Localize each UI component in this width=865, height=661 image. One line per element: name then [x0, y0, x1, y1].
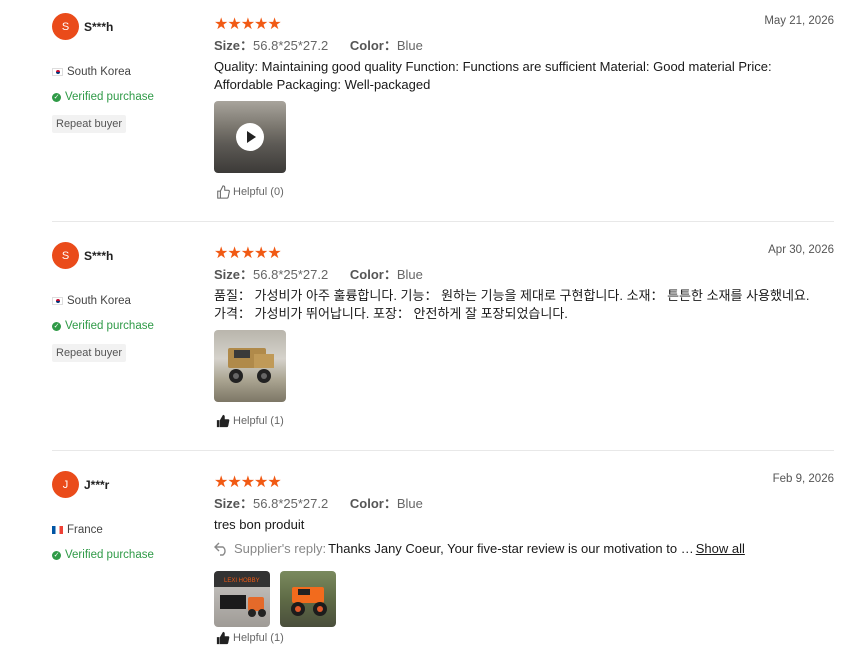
color-value: Blue — [396, 496, 423, 511]
play-icon[interactable] — [236, 123, 264, 151]
color-value: Blue — [396, 267, 423, 282]
verified-check-icon: ✓ — [52, 92, 61, 102]
review-text: tres bon produit — [214, 517, 305, 532]
helpful-label: Helpful (1) — [233, 632, 284, 644]
box-logo-text: LEXI HOBBY — [224, 578, 260, 584]
review-card: S S***h South Korea ✓ Verified purchase … — [52, 13, 834, 208]
avatar: S — [52, 242, 79, 269]
review-photo-thumbnail[interactable] — [214, 330, 286, 402]
helpful-button[interactable]: Helpful (0) — [216, 185, 284, 199]
review-text: Quality: Maintaining good quality Functi… — [214, 59, 772, 92]
review-date: Apr 30, 2026 — [768, 244, 834, 256]
country-label: South Korea — [67, 295, 131, 307]
supplier-reply-label: Supplier's reply: — [234, 541, 327, 556]
review-photo-thumbnail[interactable] — [280, 571, 336, 627]
helpful-label: Helpful (0) — [233, 186, 284, 198]
reviewer-country: South Korea — [52, 66, 131, 78]
star-rating: ★★★★★ — [214, 245, 282, 262]
verified-label: Verified purchase — [65, 549, 154, 561]
thumbs-up-filled-icon — [216, 631, 230, 645]
size-value: 56.8*25*27.2 — [253, 38, 329, 53]
supplier-reply: Supplier's reply: Thanks Jany Coeur, You… — [214, 541, 745, 556]
show-all-link[interactable]: Show all — [696, 541, 745, 556]
south-korea-flag-icon — [52, 68, 63, 76]
helpful-button[interactable]: Helpful (1) — [216, 631, 284, 645]
review-photo-thumbnail[interactable]: LEXI HOBBY — [214, 571, 270, 627]
color-label: Color： — [349, 496, 397, 511]
star-rating: ★★★★★ — [214, 474, 282, 491]
size-label: Size： — [214, 267, 254, 282]
size-value: 56.8*25*27.2 — [253, 496, 329, 511]
thumbs-up-filled-icon — [216, 414, 230, 428]
review-date: Feb 9, 2026 — [772, 473, 834, 485]
supplier-reply-text: Thanks Jany Coeur, Your five-star review… — [328, 541, 694, 556]
size-label: Size： — [214, 496, 254, 511]
size-value: 56.8*25*27.2 — [253, 267, 329, 282]
sku-info: Size：56.8*25*27.2 Color：Blue — [214, 35, 423, 54]
verified-check-icon: ✓ — [52, 321, 61, 331]
reviewer-country: France — [52, 524, 103, 536]
avatar: S — [52, 13, 79, 40]
verified-check-icon: ✓ — [52, 550, 61, 560]
verified-purchase-badge: ✓ Verified purchase — [52, 320, 154, 332]
review-divider — [52, 450, 834, 451]
review-video-thumbnail[interactable] — [214, 101, 286, 173]
reviewer-country: South Korea — [52, 295, 131, 307]
size-label: Size： — [214, 38, 254, 53]
color-label: Color： — [349, 267, 397, 282]
reply-arrow-icon — [214, 542, 226, 556]
orange-rc-truck-photo — [291, 587, 327, 616]
verified-label: Verified purchase — [65, 91, 154, 103]
helpful-button[interactable]: Helpful (1) — [216, 414, 284, 428]
reviewer-name: J***r — [84, 478, 110, 492]
country-label: France — [67, 524, 103, 536]
review-divider — [52, 221, 834, 222]
thumbs-up-outline-icon — [217, 185, 230, 199]
star-rating: ★★★★★ — [214, 16, 282, 33]
verified-label: Verified purchase — [65, 320, 154, 332]
verified-purchase-badge: ✓ Verified purchase — [52, 91, 154, 103]
reviewer-name: S***h — [84, 20, 114, 34]
south-korea-flag-icon — [52, 297, 63, 305]
reviewer-name: S***h — [84, 249, 114, 263]
color-value: Blue — [396, 38, 423, 53]
helpful-label: Helpful (1) — [233, 415, 284, 427]
color-label: Color： — [349, 38, 397, 53]
repeat-buyer-badge: Repeat buyer — [52, 115, 127, 133]
sku-info: Size：56.8*25*27.2 Color：Blue — [214, 493, 423, 512]
sku-info: Size：56.8*25*27.2 Color：Blue — [214, 264, 423, 283]
rc-truck-box-photo: LEXI HOBBY — [214, 571, 270, 617]
france-flag-icon — [52, 526, 63, 534]
review-date: May 21, 2026 — [764, 15, 834, 27]
repeat-buyer-badge: Repeat buyer — [52, 344, 127, 362]
review-text: 품질： 가성비가 아주 훌륭합니다. 기능： 원하는 기능을 제대로 구현합니다… — [214, 288, 810, 321]
country-label: South Korea — [67, 66, 131, 78]
rc-truck-photo — [228, 348, 274, 383]
verified-purchase-badge: ✓ Verified purchase — [52, 549, 154, 561]
review-card: J J***r France ✓ Verified purchase ★★★★★… — [52, 471, 834, 656]
review-card: S S***h South Korea ✓ Verified purchase … — [52, 242, 834, 437]
avatar: J — [52, 471, 79, 498]
